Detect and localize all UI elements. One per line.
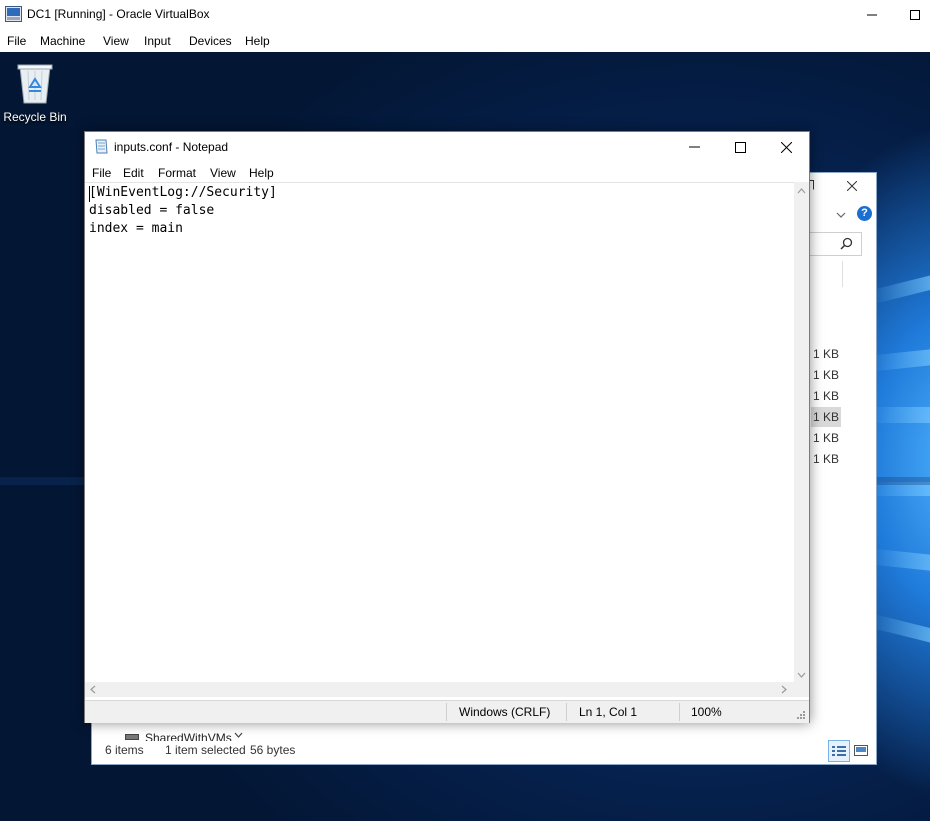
- text-line: disabled = false: [89, 203, 215, 218]
- recycle-bin-icon: [17, 64, 53, 104]
- guest-desktop: Recycle Bin ? 1 KB 1 KB 1 KB 1 KB 1 KB 1…: [0, 52, 930, 821]
- explorer-close-button[interactable]: [844, 178, 860, 194]
- explorer-search-box[interactable]: [808, 232, 862, 256]
- status-line-endings: Windows (CRLF): [459, 705, 551, 719]
- help-icon[interactable]: ?: [857, 206, 872, 221]
- maximize-icon: [910, 10, 920, 20]
- recycle-bin-label: Recycle Bin: [3, 110, 67, 124]
- recycle-bin[interactable]: Recycle Bin: [0, 58, 70, 128]
- vbox-title: DC1 [Running] - Oracle VirtualBox: [27, 7, 210, 21]
- vbox-minimize-button[interactable]: [860, 3, 884, 27]
- close-icon: [780, 141, 792, 153]
- chevron-down-icon: [836, 212, 846, 218]
- notepad-window: inputs.conf - Notepad File Edit Format V…: [84, 131, 810, 723]
- notepad-close-button[interactable]: [773, 135, 799, 159]
- minimize-icon: [867, 14, 877, 16]
- notepad-icon: [95, 139, 108, 154]
- virtualbox-icon: [5, 6, 22, 22]
- vbox-menu-help[interactable]: Help: [245, 34, 270, 48]
- minimize-icon: [688, 146, 700, 148]
- vbox-menu-bar: File Machine View Input Devices Help: [0, 30, 930, 52]
- notepad-menu-bar: File Edit Format View Help: [85, 162, 809, 182]
- file-size-cell: 1 KB: [813, 347, 840, 361]
- explorer-expand-ribbon-button[interactable]: [836, 208, 846, 222]
- file-size-cell: 1 KB: [813, 389, 840, 403]
- column-divider: [842, 261, 843, 287]
- file-size-cell-selected: 1 KB: [811, 407, 841, 427]
- file-size-cell: 1 KB: [813, 431, 840, 445]
- large-icons-view-button[interactable]: [852, 741, 870, 759]
- notepad-minimize-button[interactable]: [681, 135, 707, 159]
- vbox-menu-devices[interactable]: Devices: [189, 34, 232, 48]
- status-cursor-position: Ln 1, Col 1: [579, 705, 638, 719]
- wallpaper-beam: [869, 613, 930, 645]
- notepad-title-bar: inputs.conf - Notepad: [85, 132, 809, 162]
- file-size-cell: 1 KB: [813, 452, 840, 466]
- large-icons-view-icon: [854, 745, 868, 756]
- text-line: [WinEventLog://Security]: [89, 185, 277, 200]
- status-separator: [679, 703, 680, 721]
- notepad-status-bar: Windows (CRLF) Ln 1, Col 1 100%: [85, 700, 809, 723]
- status-item-count: 6 items: [105, 743, 144, 757]
- search-icon: [840, 237, 853, 250]
- notepad-maximize-button[interactable]: [727, 135, 753, 159]
- scroll-down-icon: [797, 672, 806, 678]
- status-selection: 1 item selected: [165, 743, 246, 757]
- horizontal-scrollbar[interactable]: [85, 682, 794, 697]
- wallpaper-beam: [870, 407, 930, 423]
- notepad-text-area[interactable]: [WinEventLog://Security] disabled = fals…: [85, 182, 794, 683]
- notepad-menu-format[interactable]: Format: [158, 166, 196, 180]
- text-line: index = main: [89, 221, 183, 236]
- resize-grip-icon[interactable]: [796, 710, 806, 720]
- vbox-menu-machine[interactable]: Machine: [40, 34, 85, 48]
- wallpaper-beam: [869, 548, 930, 572]
- explorer-status-bar: 6 items 1 item selected 56 bytes: [92, 738, 876, 764]
- maximize-icon: [734, 141, 746, 153]
- details-view-button[interactable]: [828, 740, 850, 762]
- notepad-menu-edit[interactable]: Edit: [123, 166, 144, 180]
- notepad-menu-file[interactable]: File: [92, 166, 111, 180]
- scrollbar-corner: [794, 682, 809, 697]
- vertical-scrollbar[interactable]: [794, 182, 809, 682]
- notepad-menu-view[interactable]: View: [210, 166, 236, 180]
- file-size-cell: 1 KB: [813, 368, 840, 382]
- scroll-up-icon: [797, 188, 806, 194]
- wallpaper-beam: [869, 348, 930, 372]
- scroll-right-icon: [781, 685, 787, 694]
- scroll-left-icon: [90, 685, 96, 694]
- notepad-title: inputs.conf - Notepad: [114, 140, 229, 154]
- details-view-icon: [832, 746, 846, 756]
- status-separator: [566, 703, 567, 721]
- wallpaper-beam: [869, 273, 930, 305]
- vbox-menu-file[interactable]: File: [7, 34, 26, 48]
- status-bytes: 56 bytes: [250, 743, 296, 757]
- vbox-menu-view[interactable]: View: [103, 34, 129, 48]
- status-zoom: 100%: [691, 705, 722, 719]
- close-icon: [847, 181, 857, 191]
- status-separator: [446, 703, 447, 721]
- notepad-menu-help[interactable]: Help: [249, 166, 274, 180]
- vbox-maximize-button[interactable]: [903, 3, 927, 27]
- vbox-title-bar: DC1 [Running] - Oracle VirtualBox: [0, 0, 930, 30]
- vbox-menu-input[interactable]: Input: [144, 34, 171, 48]
